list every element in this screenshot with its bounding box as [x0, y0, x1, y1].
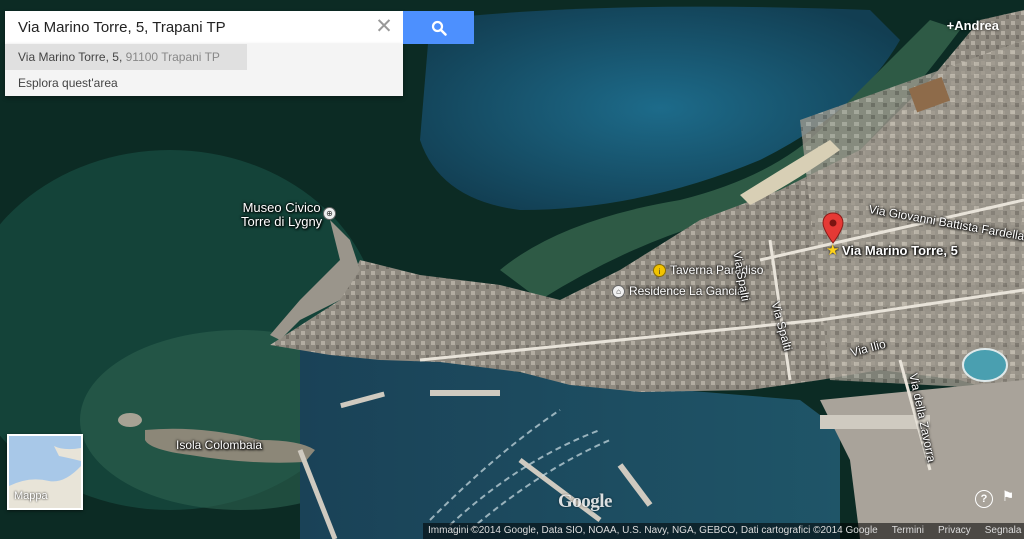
- taverna-label: Taverna Paradiso: [670, 263, 764, 277]
- suggestions-dropdown: Via Marino Torre, 5, 91100 Trapani TP Es…: [5, 44, 403, 96]
- search-icon: [431, 20, 447, 36]
- suggestion-item-explore[interactable]: Esplora quest'area: [5, 70, 403, 96]
- suggestion-main: Via Marino Torre, 5,: [18, 50, 123, 64]
- google-logo: Google: [558, 491, 613, 512]
- isola-label: Isola Colombaia: [176, 438, 263, 452]
- pin-label: Via Marino Torre, 5: [842, 243, 958, 258]
- location-pin-icon[interactable]: [822, 212, 844, 244]
- map-type-toggle[interactable]: Mappa: [7, 434, 83, 510]
- mini-map-label: Mappa: [14, 490, 48, 502]
- suggestion-item[interactable]: Via Marino Torre, 5, 91100 Trapani TP: [5, 44, 247, 70]
- suggestion-main: Esplora quest'area: [18, 76, 118, 90]
- map-footer: Immagini ©2014 Google, Data SIO, NOAA, U…: [423, 523, 1024, 539]
- islet: [118, 413, 142, 427]
- restaurant-icon: ¡: [653, 263, 666, 277]
- suggestion-sub: 91100 Trapani TP: [122, 50, 220, 64]
- privacy-link[interactable]: Privacy: [938, 523, 971, 539]
- residence-poi[interactable]: ⌂ Residence La Gancia: [612, 284, 744, 298]
- feedback-icon[interactable]: ⚑: [999, 488, 1017, 508]
- report-link[interactable]: Segnala un problema: [985, 523, 1024, 539]
- search-button[interactable]: [403, 11, 474, 44]
- residence-label: Residence La Gancia: [629, 284, 744, 298]
- terms-link[interactable]: Termini: [892, 523, 924, 539]
- pier-3: [820, 415, 930, 429]
- user-account-link[interactable]: +Andrea: [947, 18, 999, 33]
- help-icon[interactable]: ?: [975, 490, 993, 508]
- attribution-text: Immagini ©2014 Google, Data SIO, NOAA, U…: [428, 525, 878, 536]
- search-input[interactable]: [5, 11, 365, 44]
- close-icon[interactable]: ✕: [373, 16, 395, 38]
- pier-1: [430, 390, 500, 396]
- stadium: [962, 348, 1008, 382]
- star-icon: ★: [826, 242, 840, 259]
- museum-label: Museo Civico Torre di Lygny: [241, 200, 323, 229]
- search-box: ✕: [5, 11, 403, 44]
- museum-poi-icon[interactable]: ⊕: [323, 207, 336, 220]
- hotel-icon: ⌂: [612, 284, 625, 298]
